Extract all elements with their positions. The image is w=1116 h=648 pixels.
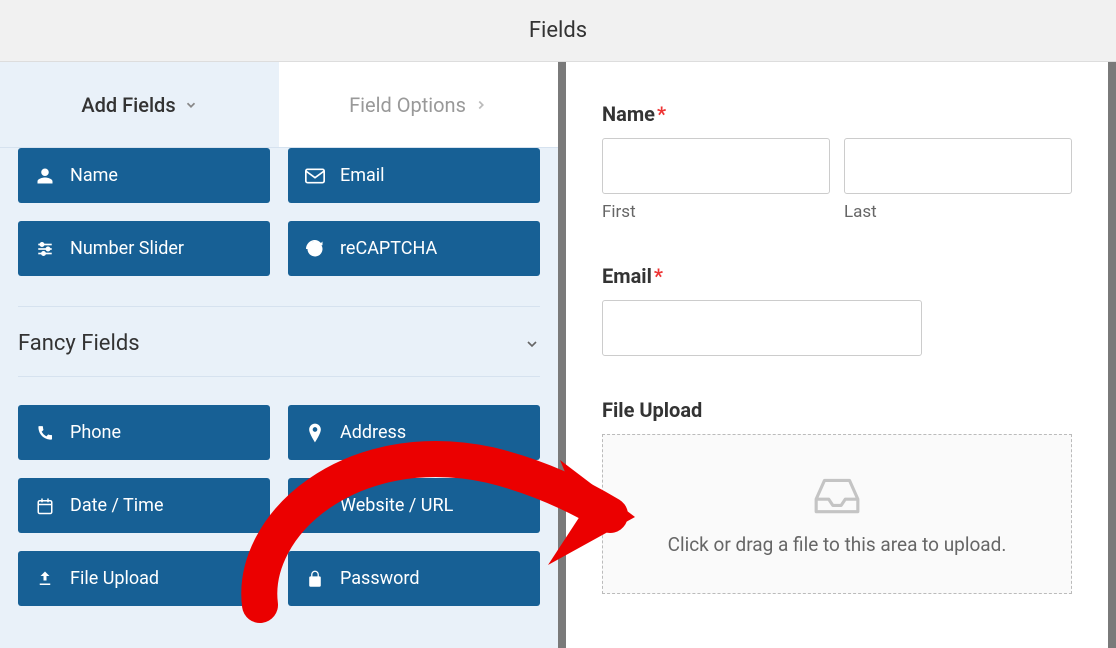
- section-label: Fancy Fields: [18, 331, 140, 356]
- first-sublabel: First: [602, 202, 830, 222]
- tab-label: Field Options: [349, 93, 466, 117]
- field-number-slider[interactable]: Number Slider: [18, 221, 270, 276]
- tab-add-fields[interactable]: Add Fields: [0, 62, 279, 147]
- inbox-icon: [812, 473, 862, 517]
- field-recaptcha[interactable]: G reCAPTCHA: [288, 221, 540, 276]
- tab-field-options[interactable]: Field Options: [279, 62, 558, 147]
- sliders-icon: [34, 240, 56, 258]
- email-input[interactable]: [602, 300, 922, 356]
- recaptcha-icon: G: [304, 240, 326, 258]
- main-container: Add Fields Field Options Name: [0, 62, 1116, 648]
- field-label: Name: [70, 165, 118, 186]
- upload-icon: [34, 570, 56, 588]
- name-row: First Last: [602, 138, 1072, 222]
- email-row: Email*: [602, 264, 1072, 356]
- field-phone[interactable]: Phone: [18, 405, 270, 460]
- fields-scroll[interactable]: Name Email Number Slider G: [0, 148, 558, 648]
- svg-text:G: G: [311, 244, 318, 254]
- field-label: Website / URL: [340, 495, 453, 516]
- field-email[interactable]: Email: [288, 148, 540, 203]
- field-label: Date / Time: [70, 495, 164, 516]
- tab-label: Add Fields: [81, 93, 175, 117]
- required-indicator: *: [654, 264, 663, 288]
- phone-icon: [34, 424, 56, 441]
- calendar-icon: [34, 497, 56, 515]
- last-sublabel: Last: [844, 202, 1072, 222]
- map-pin-icon: [304, 423, 326, 443]
- required-indicator: *: [657, 102, 666, 126]
- header-bar: Fields: [0, 0, 1116, 62]
- field-label: reCAPTCHA: [340, 238, 437, 259]
- fancy-fields-grid: Phone Address Date / Time: [18, 405, 540, 606]
- field-label: Phone: [70, 422, 121, 443]
- user-icon: [34, 167, 56, 185]
- tabs-row: Add Fields Field Options: [0, 62, 558, 148]
- upload-instruction: Click or drag a file to this area to upl…: [668, 533, 1007, 556]
- field-label: Number Slider: [70, 238, 184, 259]
- last-name-input[interactable]: [844, 138, 1072, 194]
- field-label: Password: [340, 568, 420, 589]
- field-address[interactable]: Address: [288, 405, 540, 460]
- field-website-url[interactable]: Website / URL: [288, 478, 540, 533]
- file-upload-row: File Upload Click or drag a file to this…: [602, 398, 1072, 594]
- envelope-icon: [304, 168, 326, 184]
- standard-fields-grid: Name Email Number Slider G: [18, 148, 540, 276]
- field-label: Email: [340, 165, 385, 186]
- file-upload-label: File Upload: [602, 398, 1072, 422]
- chevron-right-icon: [474, 98, 488, 112]
- first-name-input[interactable]: [602, 138, 830, 194]
- lock-icon: [304, 570, 326, 588]
- name-label: Name*: [602, 102, 1072, 126]
- left-panel: Add Fields Field Options Name: [0, 62, 558, 648]
- chevron-down-icon: [184, 98, 198, 112]
- email-label: Email*: [602, 264, 1072, 288]
- field-file-upload[interactable]: File Upload: [18, 551, 270, 606]
- file-upload-dropzone[interactable]: Click or drag a file to this area to upl…: [602, 434, 1072, 594]
- field-date-time[interactable]: Date / Time: [18, 478, 270, 533]
- link-icon: [304, 497, 326, 515]
- form-preview-panel: Name* First Last Email* File Upload: [558, 62, 1116, 648]
- field-password[interactable]: Password: [288, 551, 540, 606]
- chevron-down-icon: [524, 336, 540, 352]
- page-title: Fields: [529, 18, 587, 43]
- field-label: Address: [340, 422, 406, 443]
- field-label: File Upload: [70, 568, 159, 589]
- field-name[interactable]: Name: [18, 148, 270, 203]
- fancy-fields-header[interactable]: Fancy Fields: [18, 306, 540, 377]
